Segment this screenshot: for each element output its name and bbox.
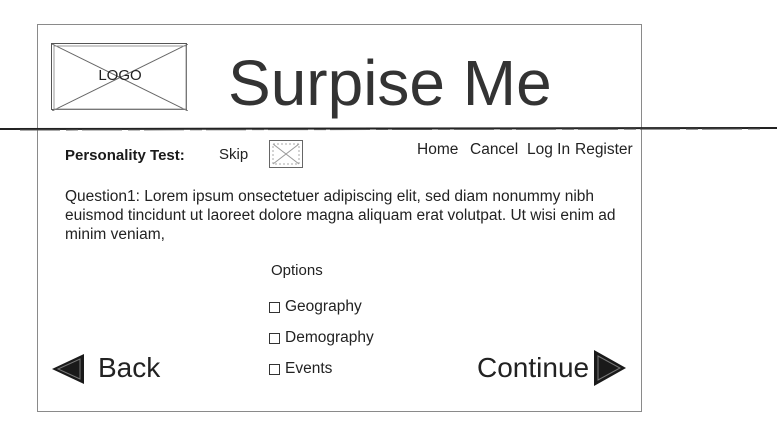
- logo: LOGO: [51, 43, 188, 111]
- option-demography[interactable]: Demography: [269, 329, 374, 347]
- option-events[interactable]: Events: [269, 360, 332, 378]
- skip-button[interactable]: [269, 140, 303, 168]
- question-text: Question1: Lorem ipsum onsectetuer adipi…: [65, 188, 616, 243]
- back-button[interactable]: Back: [98, 352, 160, 384]
- header-divider: [0, 127, 777, 131]
- nav-register[interactable]: Register: [575, 141, 633, 159]
- nav-cancel[interactable]: Cancel: [470, 141, 518, 159]
- continue-button[interactable]: Continue: [477, 352, 589, 384]
- nav-log-in[interactable]: Log In: [527, 141, 570, 159]
- option-label: Geography: [285, 298, 362, 315]
- checkbox[interactable]: [269, 301, 280, 313]
- option-label: Events: [285, 360, 333, 377]
- nav-home[interactable]: Home: [417, 141, 458, 159]
- logo-label: LOGO: [98, 67, 142, 84]
- page-title: Surpise Me: [228, 47, 552, 119]
- option-geography[interactable]: Geography: [269, 298, 362, 316]
- options-label: Options: [271, 262, 323, 279]
- forward-arrow-icon[interactable]: [592, 348, 628, 388]
- section-label: Personality Test:: [65, 147, 185, 164]
- checkbox[interactable]: [269, 332, 280, 344]
- placeholder-icon: [272, 143, 300, 165]
- checkbox[interactable]: [269, 363, 280, 375]
- option-label: Demography: [285, 329, 374, 346]
- skip-link[interactable]: Skip: [219, 146, 248, 163]
- back-arrow-icon[interactable]: [50, 352, 86, 386]
